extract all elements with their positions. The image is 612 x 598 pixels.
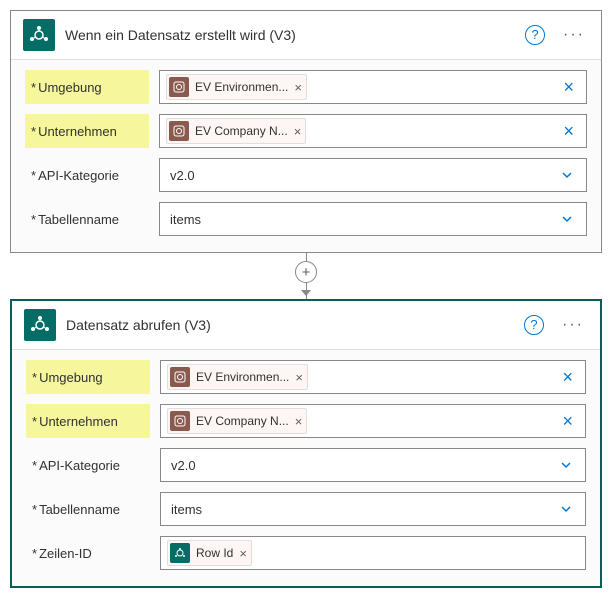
row-unternehmen: *Unternehmen EV Company N... × × — [26, 404, 586, 438]
field-unternehmen[interactable]: EV Company N... × × — [159, 114, 587, 148]
label-umgebung: *Umgebung — [25, 70, 149, 104]
dynamic-content-icon — [169, 77, 189, 97]
label-api-kategorie: *API-Kategorie — [25, 158, 149, 192]
token-remove[interactable]: × — [295, 414, 303, 429]
chevron-down-icon[interactable] — [553, 502, 579, 516]
row-umgebung: *Umgebung EV Environmen... × × — [26, 360, 586, 394]
dynamic-content-icon — [170, 411, 190, 431]
label-tabellenname: *Tabellenname — [25, 202, 149, 236]
card-body: *Umgebung EV Environmen... × × *Unterneh… — [11, 60, 601, 252]
chevron-down-icon[interactable] — [553, 458, 579, 472]
row-zeilen-id: *Zeilen-ID Row Id × — [26, 536, 586, 570]
label-zeilen-id: *Zeilen-ID — [26, 536, 150, 570]
token-remove[interactable]: × — [239, 546, 247, 561]
card-header[interactable]: Datensatz abrufen (V3) ? ··· — [12, 301, 600, 350]
field-api-kategorie[interactable]: v2.0 — [160, 448, 586, 482]
label-unternehmen: *Unternehmen — [26, 404, 150, 438]
row-tabellenname: *Tabellenname items — [26, 492, 586, 526]
row-api-kategorie: *API-Kategorie v2.0 — [26, 448, 586, 482]
more-button[interactable]: ··· — [559, 26, 589, 44]
field-zeilen-id[interactable]: Row Id × — [160, 536, 586, 570]
trigger-card: Wenn ein Datensatz erstellt wird (V3) ? … — [10, 10, 602, 253]
label-tabellenname: *Tabellenname — [26, 492, 150, 526]
clear-field-icon[interactable]: × — [556, 411, 579, 432]
row-umgebung: *Umgebung EV Environmen... × × — [25, 70, 587, 104]
field-umgebung[interactable]: EV Environmen... × × — [159, 70, 587, 104]
card-header[interactable]: Wenn ein Datensatz erstellt wird (V3) ? … — [11, 11, 601, 60]
label-unternehmen: *Unternehmen — [25, 114, 149, 148]
card-title: Datensatz abrufen (V3) — [66, 317, 524, 333]
more-button[interactable]: ··· — [558, 316, 588, 334]
token-remove[interactable]: × — [295, 370, 303, 385]
card-title: Wenn ein Datensatz erstellt wird (V3) — [65, 27, 525, 43]
token-unternehmen[interactable]: EV Company N... × — [166, 118, 306, 144]
help-button[interactable]: ? — [525, 25, 545, 45]
clear-field-icon[interactable]: × — [557, 121, 580, 142]
step-connector: + — [10, 253, 602, 299]
token-zeilen-id[interactable]: Row Id × — [167, 540, 252, 566]
chevron-down-icon[interactable] — [554, 168, 580, 182]
token-umgebung[interactable]: EV Environmen... × — [166, 74, 307, 100]
token-unternehmen[interactable]: EV Company N... × — [167, 408, 307, 434]
dynamic-content-icon — [169, 121, 189, 141]
dynamic-content-icon — [170, 367, 190, 387]
clear-field-icon[interactable]: × — [557, 77, 580, 98]
token-remove[interactable]: × — [294, 124, 302, 139]
field-tabellenname[interactable]: items — [160, 492, 586, 526]
connector-icon — [23, 19, 55, 51]
label-api-kategorie: *API-Kategorie — [26, 448, 150, 482]
clear-field-icon[interactable]: × — [556, 367, 579, 388]
field-api-kategorie[interactable]: v2.0 — [159, 158, 587, 192]
action-card: Datensatz abrufen (V3) ? ··· *Umgebung E… — [10, 299, 602, 588]
dynamic-content-icon — [170, 543, 190, 563]
row-unternehmen: *Unternehmen EV Company N... × × — [25, 114, 587, 148]
chevron-down-icon[interactable] — [554, 212, 580, 226]
token-umgebung[interactable]: EV Environmen... × — [167, 364, 308, 390]
help-button[interactable]: ? — [524, 315, 544, 335]
row-api-kategorie: *API-Kategorie v2.0 — [25, 158, 587, 192]
token-remove[interactable]: × — [294, 80, 302, 95]
add-step-button[interactable]: + — [295, 261, 317, 283]
connector-icon — [24, 309, 56, 341]
row-tabellenname: *Tabellenname items — [25, 202, 587, 236]
card-body: *Umgebung EV Environmen... × × *Unterneh… — [12, 350, 600, 586]
field-umgebung[interactable]: EV Environmen... × × — [160, 360, 586, 394]
arrow-down-icon — [299, 286, 313, 301]
field-tabellenname[interactable]: items — [159, 202, 587, 236]
field-unternehmen[interactable]: EV Company N... × × — [160, 404, 586, 438]
label-umgebung: *Umgebung — [26, 360, 150, 394]
